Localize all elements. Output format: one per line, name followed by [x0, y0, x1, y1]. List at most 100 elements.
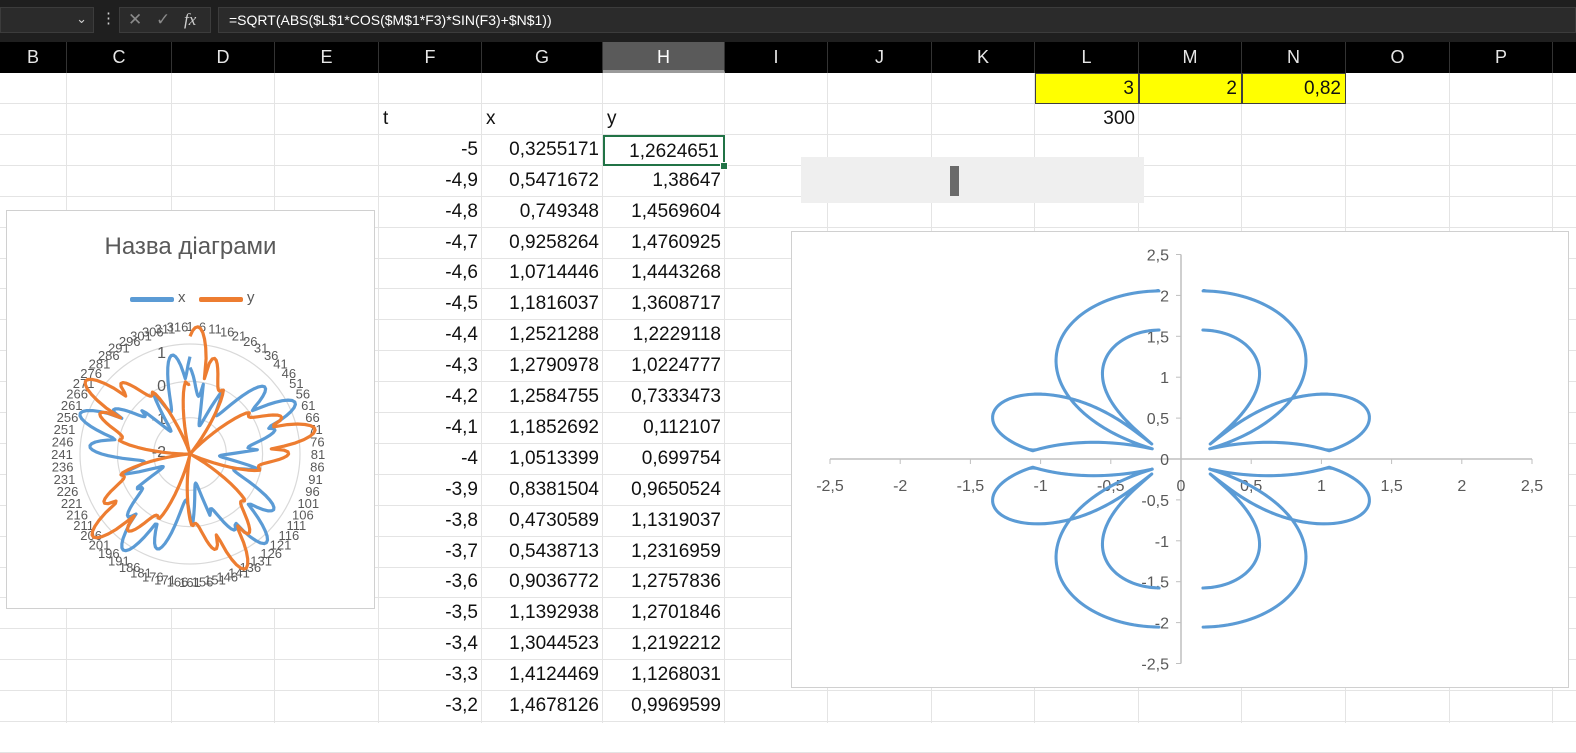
chevron-down-icon[interactable]: ⌄: [76, 11, 87, 27]
cell-t[interactable]: -3,5: [379, 598, 482, 629]
cell-x[interactable]: 1,2521288: [482, 320, 603, 351]
column-header-e[interactable]: E: [275, 42, 379, 73]
cell-t[interactable]: -4,8: [379, 197, 482, 228]
y-tick-label: -0,5: [1141, 493, 1169, 510]
cell-x[interactable]: 1,0513399: [482, 444, 603, 475]
more-options-icon[interactable]: ⋮: [101, 9, 116, 27]
column-header-n[interactable]: N: [1242, 42, 1346, 73]
cell-m1[interactable]: 2: [1139, 73, 1242, 104]
cell-t[interactable]: -4: [379, 444, 482, 475]
cell-x[interactable]: 1,2790978: [482, 351, 603, 382]
cell-y[interactable]: 1,4760925: [603, 228, 725, 259]
check-icon[interactable]: ✓: [156, 10, 170, 30]
cell-t[interactable]: -4,5: [379, 289, 482, 320]
column-header-c[interactable]: C: [67, 42, 172, 73]
cell-y[interactable]: 1,2316959: [603, 537, 725, 568]
cell-t[interactable]: -4,4: [379, 320, 482, 351]
cell-y[interactable]: 1,38647: [603, 166, 725, 197]
cell-y[interactable]: 1,4443268: [603, 258, 725, 289]
cell-t[interactable]: -4,3: [379, 351, 482, 382]
scatter-chart[interactable]: -2,5 -2 -1,5 -1 -0,5 0 0,5 1 1,5 2 2,5 2,5 2 1,5 1 0,5 0…: [791, 231, 1569, 688]
cell-t[interactable]: -4,7: [379, 228, 482, 259]
cell-y[interactable]: 0,9969599: [603, 691, 725, 722]
cell-x[interactable]: 1,4678126: [482, 691, 603, 722]
radar-axis-label: 1: [157, 345, 166, 362]
cell-y[interactable]: 1,1319037: [603, 506, 725, 537]
cell-y[interactable]: 1,3608717: [603, 289, 725, 320]
cell-y[interactable]: 1,2624651: [603, 135, 725, 166]
column-header-f[interactable]: F: [379, 42, 482, 73]
cell-x[interactable]: 0,5471672: [482, 166, 603, 197]
column-header-m[interactable]: M: [1139, 42, 1242, 73]
cell-t[interactable]: -3,8: [379, 506, 482, 537]
cell-x[interactable]: 1,1816037: [482, 289, 603, 320]
cell-y[interactable]: 1,0224777: [603, 351, 725, 382]
cell-y[interactable]: 0,7333473: [603, 382, 725, 413]
cell-t[interactable]: -4,9: [379, 166, 482, 197]
cell-y[interactable]: 0,9650524: [603, 475, 725, 506]
column-header-l[interactable]: L: [1035, 42, 1139, 73]
column-header-b[interactable]: B: [0, 42, 67, 73]
cell-y[interactable]: 1,4569604: [603, 197, 725, 228]
cell-t[interactable]: -3,9: [379, 475, 482, 506]
cell-x[interactable]: 0,5438713: [482, 537, 603, 568]
x-tick-label: 1: [1317, 478, 1326, 495]
cell-y[interactable]: 1,2192212: [603, 629, 725, 660]
cell-x[interactable]: 0,3255171: [482, 135, 603, 166]
cell-l1[interactable]: 3: [1035, 73, 1139, 104]
formula-input[interactable]: =SQRT(ABS($L$1*COS($M$1*F3)*SIN(F3)+$N$1…: [218, 7, 1576, 33]
x-tick-label: 2: [1457, 478, 1466, 495]
cell-t[interactable]: -3,7: [379, 537, 482, 568]
cell-x[interactable]: 1,2584755: [482, 382, 603, 413]
cell-x[interactable]: 1,1392938: [482, 598, 603, 629]
cell-x[interactable]: 0,8381504: [482, 475, 603, 506]
cell-x[interactable]: 0,4730589: [482, 506, 603, 537]
cell-l2[interactable]: 300: [1035, 104, 1139, 135]
cell-t[interactable]: -3,6: [379, 567, 482, 598]
header-y[interactable]: y: [603, 104, 725, 135]
close-icon[interactable]: ✕: [128, 10, 142, 30]
cell-x[interactable]: 1,3044523: [482, 629, 603, 660]
column-header-k[interactable]: K: [932, 42, 1035, 73]
scrollbar-thumb[interactable]: [950, 166, 959, 196]
x-tick-label: -2: [893, 478, 907, 495]
cell-y[interactable]: 1,2757836: [603, 567, 725, 598]
scrollbar-control[interactable]: [801, 157, 1144, 203]
header-t[interactable]: t: [379, 104, 482, 135]
cell-t[interactable]: -3,3: [379, 660, 482, 691]
column-header-i[interactable]: I: [725, 42, 828, 73]
header-x[interactable]: x: [482, 104, 603, 135]
cell-y[interactable]: 0,112107: [603, 413, 725, 444]
cell-x[interactable]: 0,9258264: [482, 228, 603, 259]
radar-chart[interactable]: Назва діаграми x y 1 0 -1 -2 1 6 11 16 21 26 31 36 4…: [6, 210, 375, 609]
cell-y[interactable]: 1,2701846: [603, 598, 725, 629]
cell-t[interactable]: -4,1: [379, 413, 482, 444]
cell-x[interactable]: 1,4124469: [482, 660, 603, 691]
cell-x[interactable]: 1,1852692: [482, 413, 603, 444]
y-tick-label: 0,5: [1147, 411, 1169, 428]
column-header-p[interactable]: P: [1450, 42, 1553, 73]
column-header-o[interactable]: O: [1346, 42, 1450, 73]
cell-x[interactable]: 1,0714446: [482, 258, 603, 289]
cell-t[interactable]: -4,6: [379, 258, 482, 289]
fx-icon[interactable]: fx: [184, 10, 196, 30]
fill-handle[interactable]: [720, 162, 728, 170]
column-header-d[interactable]: D: [172, 42, 275, 73]
y-tick-label: -2,5: [1141, 657, 1169, 674]
name-box[interactable]: ⌄: [0, 7, 94, 33]
cell-y[interactable]: 0,699754: [603, 444, 725, 475]
column-header-j[interactable]: J: [828, 42, 932, 73]
cell-x[interactable]: 0,749348: [482, 197, 603, 228]
column-header-g[interactable]: G: [482, 42, 603, 73]
radar-category-label: 316: [167, 320, 189, 335]
cell-n1[interactable]: 0,82: [1242, 73, 1346, 104]
cell-t[interactable]: -3,2: [379, 691, 482, 722]
cell-x[interactable]: 0,9036772: [482, 567, 603, 598]
cell-t[interactable]: -4,2: [379, 382, 482, 413]
chart-legend: x y: [7, 289, 374, 309]
cell-y[interactable]: 1,1268031: [603, 660, 725, 691]
column-header-h[interactable]: H: [603, 42, 725, 73]
cell-y[interactable]: 1,2229118: [603, 320, 725, 351]
cell-t[interactable]: -3,4: [379, 629, 482, 660]
cell-t[interactable]: -5: [379, 135, 482, 166]
